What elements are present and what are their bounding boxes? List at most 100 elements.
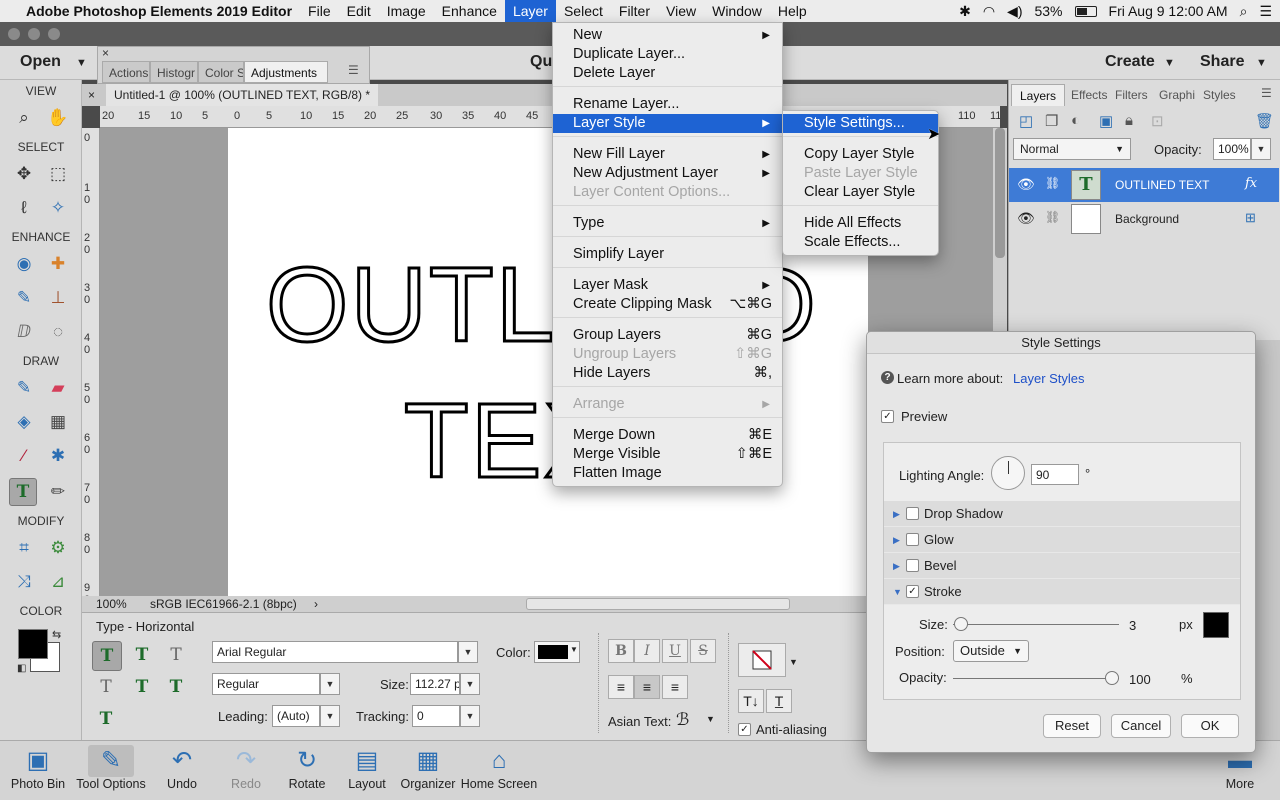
menu-enhance[interactable]: Enhance xyxy=(434,0,505,22)
share-dropdown-icon[interactable]: ▼ xyxy=(1256,57,1267,69)
font-family-dropdown-icon[interactable]: ▼ xyxy=(458,641,478,663)
stroke-checkbox[interactable]: ✓ xyxy=(906,585,919,598)
custom-shape-tool-icon[interactable]: ✱ xyxy=(44,442,72,470)
notification-center-icon[interactable]: ☰ xyxy=(1259,3,1272,20)
collapse-triangle-icon[interactable]: ▼ xyxy=(893,579,902,605)
swap-colors-icon[interactable]: ⇆ xyxy=(52,628,61,641)
layer-menu-item-merge-visible[interactable]: Merge Visible ⇧⌘E xyxy=(553,445,782,464)
battery-icon[interactable] xyxy=(1074,5,1097,17)
layer-menu-item-flatten-image[interactable]: Flatten Image xyxy=(553,464,782,483)
italic-button[interactable]: I xyxy=(634,639,660,663)
sponge-tool-icon[interactable]: ◌ xyxy=(44,318,72,346)
default-colors-icon[interactable]: ◧ xyxy=(17,663,26,674)
eraser-tool-icon[interactable]: ▰ xyxy=(44,374,72,402)
font-style-field[interactable]: Regular xyxy=(212,673,320,695)
layer-style-item-hide-all-effects[interactable]: Hide All Effects xyxy=(783,214,938,233)
stroke-size-slider-knob[interactable] xyxy=(953,617,968,631)
tab-actions[interactable]: Actions xyxy=(102,61,150,83)
document-tab[interactable]: Untitled-1 @ 100% (OUTLINED TEXT, RGB/8)… xyxy=(106,84,379,106)
menubar-clock[interactable]: Fri Aug 9 12:00 AM xyxy=(1109,3,1228,19)
tab-adjustments[interactable]: Adjustments xyxy=(244,61,328,83)
warp-dropdown-icon[interactable]: ▼ xyxy=(789,657,798,667)
blur-tool-icon[interactable]: ⅅ xyxy=(10,318,38,346)
horizontal-type-icon[interactable]: T xyxy=(92,641,122,671)
underline-button[interactable]: U xyxy=(662,639,688,663)
text-on-path-icon[interactable]: T xyxy=(92,705,120,733)
visibility-eye-icon[interactable]: 👁︎ xyxy=(1017,210,1035,227)
effect-row-glow[interactable]: ▶ Glow xyxy=(884,527,1240,553)
text-on-baseline-button[interactable]: T̲ xyxy=(766,689,792,713)
tab-color-settings[interactable]: Color S xyxy=(198,61,244,83)
volume-icon[interactable]: ◀) xyxy=(1007,3,1022,20)
crop-tool-icon[interactable]: ⌗ xyxy=(10,534,38,562)
menu-help[interactable]: Help xyxy=(770,0,815,22)
layer-style-item-copy-layer-style[interactable]: Copy Layer Style xyxy=(783,145,938,164)
redo-button[interactable]: ↷ Redo xyxy=(224,745,268,791)
close-document-icon[interactable]: × xyxy=(88,84,95,106)
layer-styles-link[interactable]: Layer Styles xyxy=(1013,371,1085,386)
align-left-button[interactable]: ≡ xyxy=(608,675,634,699)
glow-checkbox[interactable] xyxy=(906,533,919,546)
menu-layer[interactable]: Layer xyxy=(504,0,556,22)
hand-tool-icon[interactable]: ✋ xyxy=(44,104,72,132)
expand-triangle-icon[interactable]: ▶ xyxy=(893,527,900,553)
tab-filters[interactable]: Filters xyxy=(1115,84,1157,106)
layer-row-outlined-text[interactable]: 👁︎ ⛓︎ T OUTLINED TEXT fx xyxy=(1009,168,1279,202)
tab-histogram[interactable]: Histogr xyxy=(150,61,198,83)
wifi-icon[interactable]: ◠ xyxy=(983,3,995,20)
lighting-angle-field[interactable]: 90 xyxy=(1031,464,1079,485)
bold-button[interactable]: B xyxy=(608,639,634,663)
layer-style-item-scale-effects[interactable]: Scale Effects... xyxy=(783,233,938,252)
close-panel-icon[interactable]: × xyxy=(102,46,109,60)
blend-mode-select[interactable]: Normal ▼ xyxy=(1013,138,1131,160)
drop-shadow-checkbox[interactable] xyxy=(906,507,919,520)
content-aware-move-tool-icon[interactable]: ⤨ xyxy=(10,568,38,596)
marquee-tool-icon[interactable]: ⬚ xyxy=(44,160,72,188)
layer-menu-item-layer-style[interactable]: Layer Style ▶ xyxy=(553,114,782,133)
new-group-icon[interactable]: ❐ xyxy=(1045,112,1058,130)
close-window-button[interactable] xyxy=(8,28,20,40)
app-name-menu[interactable]: Adobe Photoshop Elements 2019 Editor xyxy=(16,0,300,22)
layer-style-item-clear-layer-style[interactable]: Clear Layer Style xyxy=(783,183,938,202)
magic-wand-tool-icon[interactable]: ✧ xyxy=(44,194,72,222)
organizer-button[interactable]: ▦ Organizer xyxy=(400,745,456,791)
ok-button[interactable]: OK xyxy=(1181,714,1239,738)
status-menu-arrow-icon[interactable]: › xyxy=(314,596,318,612)
spotlight-search-icon[interactable]: ⌕ xyxy=(1240,3,1248,20)
layer-opacity-field[interactable]: 100% xyxy=(1213,138,1251,160)
tracking-dropdown-icon[interactable]: ▼ xyxy=(460,705,480,727)
layer-menu-item-new-fill-layer[interactable]: New Fill Layer ▶ xyxy=(553,145,782,164)
expand-triangle-icon[interactable]: ▶ xyxy=(893,553,900,579)
rotate-button[interactable]: ↻ Rotate xyxy=(284,745,330,791)
zoom-tool-icon[interactable]: ⌕ xyxy=(10,104,38,132)
stroke-color-swatch[interactable] xyxy=(1203,612,1229,638)
scrollbar-thumb[interactable] xyxy=(995,128,1005,258)
text-on-selection-icon[interactable]: T xyxy=(128,673,156,701)
type-tool-icon[interactable]: T xyxy=(9,478,37,506)
brush-tool-icon[interactable]: ✎ xyxy=(10,374,38,402)
foreground-color-swatch[interactable] xyxy=(18,629,48,659)
effect-row-stroke[interactable]: ▼ ✓ Stroke xyxy=(884,579,1240,605)
layer-menu-item-new-adjustment-layer[interactable]: New Adjustment Layer ▶ xyxy=(553,164,782,183)
menu-view[interactable]: View xyxy=(658,0,704,22)
layer-opacity-dropdown-icon[interactable]: ▼ xyxy=(1251,138,1271,160)
minimize-window-button[interactable] xyxy=(28,28,40,40)
pencil-tool-icon[interactable]: ✏ xyxy=(44,478,72,506)
tab-styles[interactable]: Styles xyxy=(1203,84,1243,106)
align-right-button[interactable]: ≡ xyxy=(662,675,688,699)
layer-mask-icon[interactable]: ▣ xyxy=(1099,112,1113,130)
open-dropdown-icon[interactable]: ▼ xyxy=(76,57,87,69)
undo-button[interactable]: ↶ Undo xyxy=(160,745,204,791)
lock-transparent-icon[interactable]: ⊡ xyxy=(1151,112,1164,130)
layer-menu-item-rename-layer[interactable]: Rename Layer... xyxy=(553,95,782,114)
create-dropdown-icon[interactable]: ▼ xyxy=(1164,57,1175,69)
asian-text-dropdown-icon[interactable]: ▼ xyxy=(706,714,715,724)
menu-select[interactable]: Select xyxy=(556,0,611,22)
clone-stamp-tool-icon[interactable]: ⊥ xyxy=(44,284,72,312)
layout-button[interactable]: ▤ Layout xyxy=(344,745,390,791)
menu-window[interactable]: Window xyxy=(704,0,770,22)
move-tool-icon[interactable]: ✥ xyxy=(10,160,38,188)
layers-panel-menu-icon[interactable]: ☰ xyxy=(1261,86,1272,100)
create-button[interactable]: Create xyxy=(1105,53,1155,71)
layer-menu-item-layer-mask[interactable]: Layer Mask ▶ xyxy=(553,276,782,295)
